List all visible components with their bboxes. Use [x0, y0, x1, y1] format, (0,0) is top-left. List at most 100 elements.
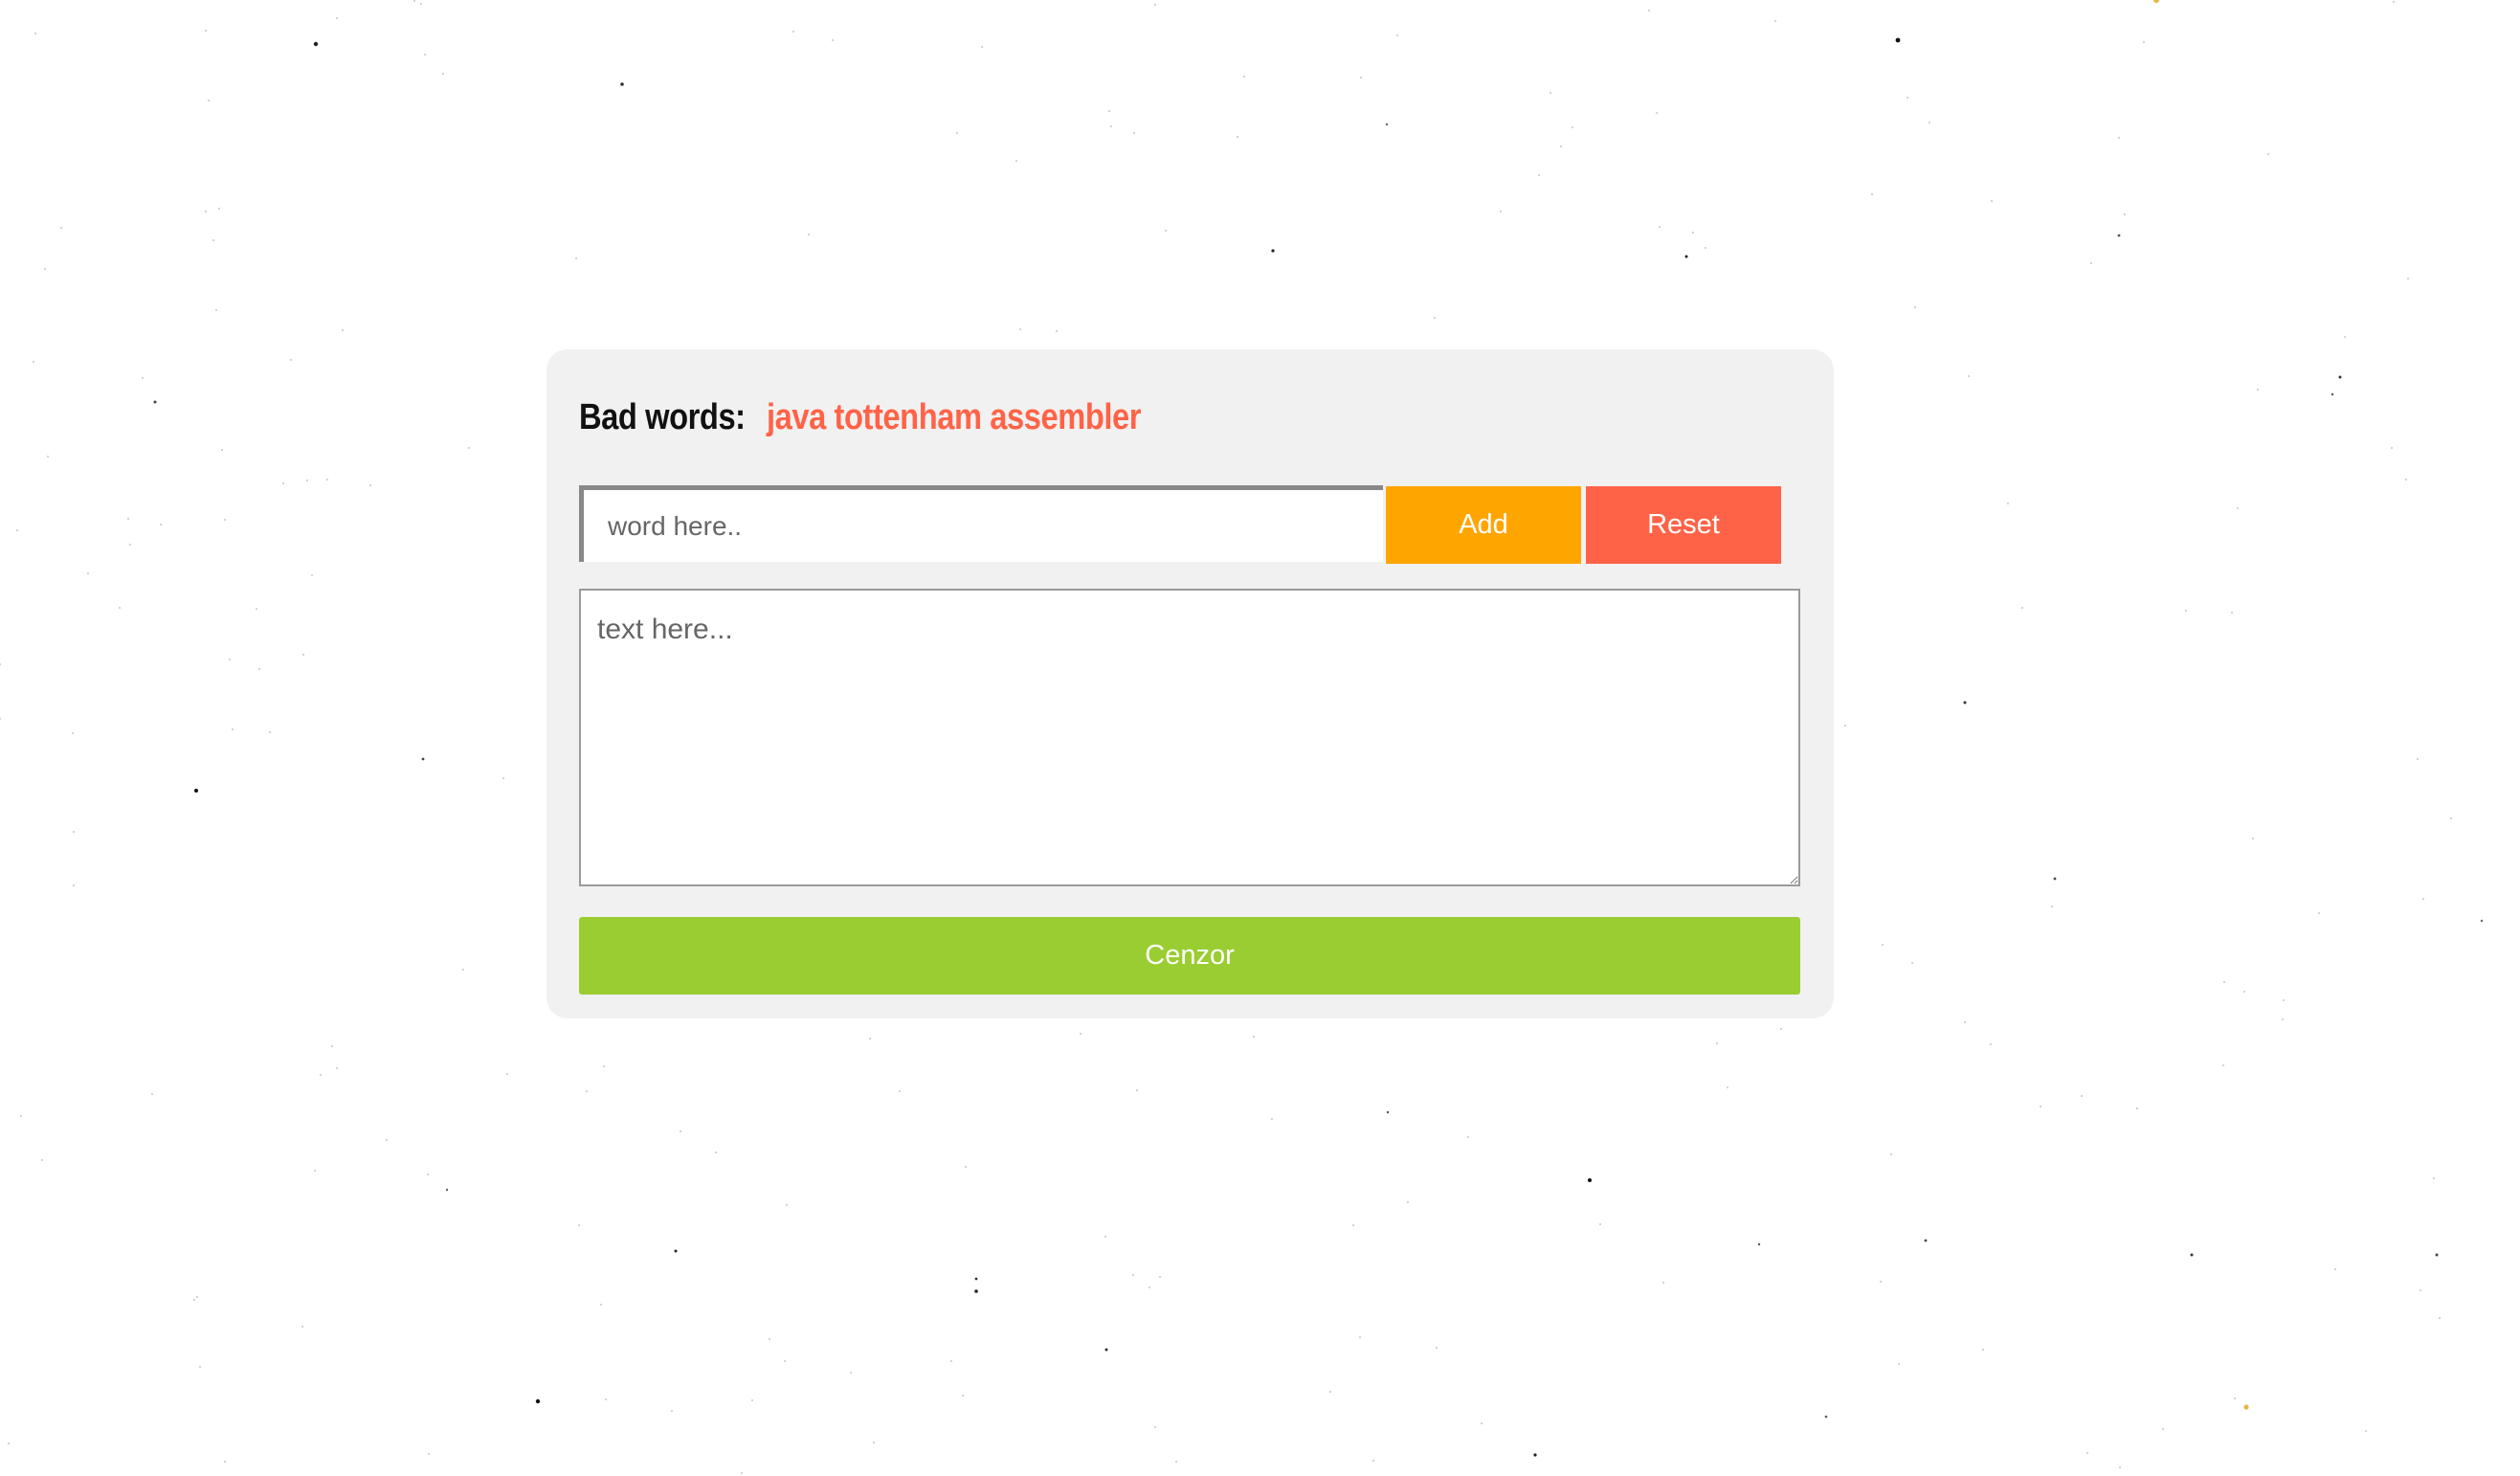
- speck: [223, 1460, 227, 1464]
- speck: [2153, 0, 2159, 3]
- speck: [1499, 210, 1503, 213]
- speck: [1906, 96, 1909, 100]
- speck: [750, 1398, 754, 1402]
- speck: [2053, 877, 2057, 881]
- speck: [2089, 261, 2093, 265]
- speck: [1328, 1390, 1332, 1394]
- speck: [2406, 277, 2410, 280]
- speck: [2266, 152, 2270, 156]
- speck: [2421, 897, 2425, 901]
- speck: [2221, 1063, 2225, 1067]
- speck: [72, 830, 76, 834]
- speck: [783, 1359, 787, 1363]
- speck: [1655, 111, 1659, 115]
- speck: [467, 446, 471, 450]
- speck: [2117, 136, 2121, 140]
- speck: [2338, 375, 2342, 379]
- speck: [1889, 1152, 1893, 1156]
- speck: [7, 1442, 11, 1445]
- speck: [2242, 990, 2246, 994]
- speck: [1131, 1273, 1135, 1277]
- speck: [325, 478, 329, 481]
- speck: [1910, 961, 1914, 965]
- speck: [1658, 225, 1661, 229]
- speck: [1148, 1286, 1151, 1289]
- add-button[interactable]: Add: [1386, 486, 1581, 564]
- speck: [43, 267, 47, 271]
- word-input[interactable]: [579, 485, 1383, 562]
- speck: [1870, 192, 1874, 196]
- speck: [1691, 231, 1695, 235]
- speck: [1963, 1020, 1967, 1024]
- speck: [461, 968, 465, 972]
- speck: [2480, 919, 2484, 923]
- speck: [1843, 724, 1847, 727]
- speck: [1055, 329, 1059, 333]
- speck: [577, 1223, 581, 1227]
- speck: [2184, 609, 2188, 613]
- speck: [535, 1398, 541, 1404]
- speck: [1164, 229, 1168, 233]
- speck: [2390, 446, 2394, 450]
- speck: [421, 757, 425, 761]
- speck: [2222, 980, 2226, 984]
- speck: [2080, 1094, 2084, 1098]
- speck: [1588, 1178, 1592, 1182]
- speck: [974, 1289, 978, 1293]
- speck: [2020, 606, 2024, 610]
- speck: [313, 41, 319, 47]
- speck: [2117, 234, 2121, 237]
- speck: [118, 606, 122, 610]
- bad-words-label: Bad words:: [579, 397, 746, 437]
- speck: [670, 1409, 674, 1413]
- speck: [310, 573, 314, 577]
- speck: [15, 528, 19, 532]
- speck: [768, 1337, 771, 1341]
- speck: [2343, 335, 2347, 339]
- speck: [1153, 3, 1157, 7]
- speck: [785, 1203, 789, 1207]
- speck: [228, 658, 232, 661]
- speck: [2432, 1176, 2436, 1180]
- speck: [413, 0, 416, 3]
- speck: [330, 1044, 334, 1048]
- speck: [2123, 212, 2127, 216]
- speck: [1928, 121, 1931, 124]
- speck: [714, 1151, 718, 1154]
- speck: [1358, 1335, 1362, 1339]
- speck: [1270, 1117, 1274, 1121]
- speck: [2333, 1267, 2337, 1271]
- speck: [2142, 40, 2146, 44]
- speck: [1879, 1280, 1883, 1284]
- speck: [1153, 1425, 1157, 1429]
- speck: [2419, 1288, 2422, 1292]
- speck: [86, 571, 90, 575]
- speck: [604, 1398, 608, 1401]
- speck: [1466, 1135, 1470, 1139]
- bad-words-list: java tottenham assembler: [766, 397, 1142, 437]
- speck: [2050, 905, 2054, 908]
- speck: [1824, 1415, 1828, 1419]
- speck: [368, 483, 372, 487]
- cenzor-button[interactable]: Cenzor: [579, 917, 1800, 995]
- speck: [268, 730, 272, 734]
- speck: [2416, 757, 2420, 761]
- text-input[interactable]: [579, 589, 1800, 886]
- speck: [313, 1169, 317, 1173]
- speck: [198, 1365, 202, 1369]
- speck: [1533, 1453, 1537, 1457]
- speck: [961, 1394, 965, 1398]
- speck: [2251, 837, 2255, 840]
- speck: [72, 883, 76, 887]
- speck: [1433, 316, 1437, 320]
- reset-button[interactable]: Reset: [1586, 486, 1781, 564]
- speck: [1104, 1348, 1108, 1352]
- speck: [1990, 199, 1994, 203]
- speck: [602, 1064, 606, 1068]
- speck: [19, 1114, 23, 1118]
- speck: [1480, 1421, 1483, 1425]
- speck: [231, 727, 234, 731]
- speck: [385, 1138, 389, 1142]
- speck: [2330, 392, 2334, 396]
- speck: [2039, 1105, 2042, 1108]
